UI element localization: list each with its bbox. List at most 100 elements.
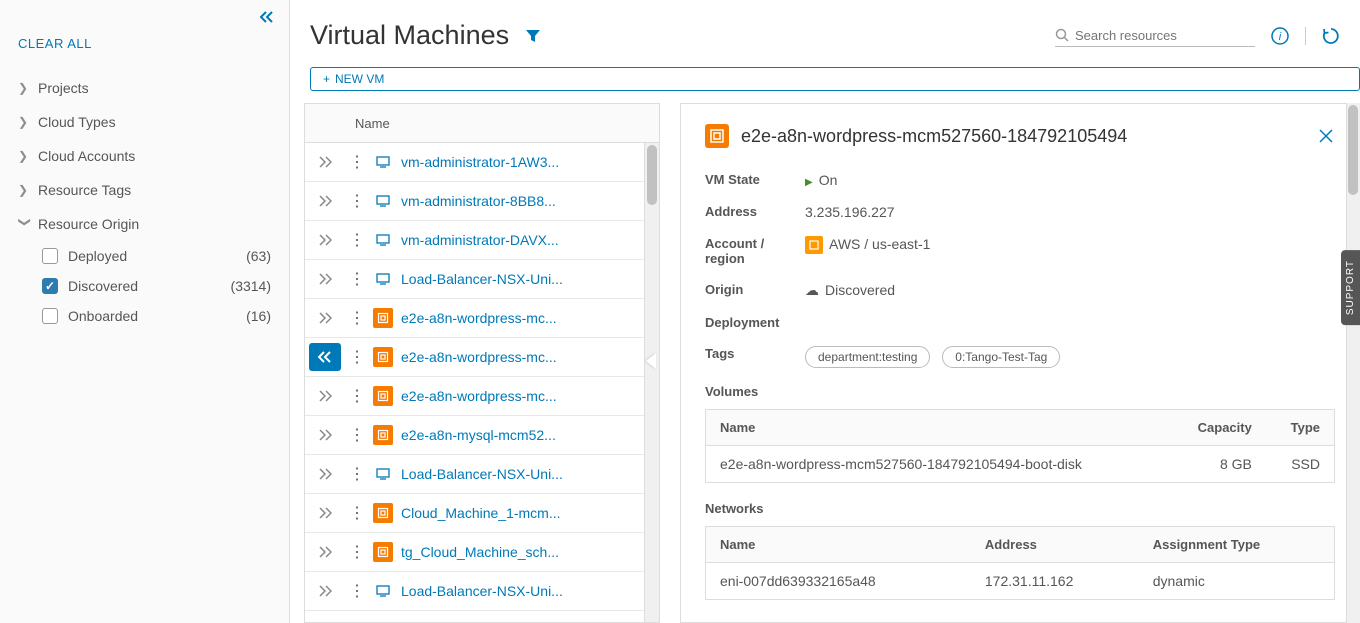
kebab-menu-icon[interactable]: ⋮ [345,464,369,484]
vm-row[interactable]: ⋮ Cloud_Machine_1-mcm... [305,494,659,533]
vm-blue-icon [373,152,393,172]
vm-name-link[interactable]: Load-Balancer-NSX-Uni... [401,466,645,482]
main: Virtual Machines i + NEW VM [290,0,1360,623]
expand-button[interactable] [305,234,345,246]
kebab-menu-icon[interactable]: ⋮ [345,425,369,445]
col-type[interactable]: Type [1266,410,1335,446]
kebab-menu-icon[interactable]: ⋮ [345,347,369,367]
vm-row[interactable]: ⋮ e2e-a8n-wordpress-mc... [305,299,659,338]
vm-name-link[interactable]: Load-Balancer-NSX-Uni... [401,583,645,599]
expand-button[interactable] [305,312,345,324]
table-row[interactable]: eni-007dd639332165a48 172.31.11.162 dyna… [706,563,1335,600]
vm-row[interactable]: ⋮ e2e-a8n-mysql-mcm52... [305,416,659,455]
vm-name-link[interactable]: tg_Cloud_Machine_sch... [401,544,645,560]
kebab-menu-icon[interactable]: ⋮ [345,503,369,523]
vm-name-link[interactable]: e2e-a8n-wordpress-mc... [401,388,645,404]
vm-orange-icon [373,308,393,328]
filter-cloud-accounts[interactable]: ❯ Cloud Accounts [18,139,271,173]
filter-resource-origin[interactable]: ❯ Resource Origin [18,207,271,241]
kebab-menu-icon[interactable]: ⋮ [345,230,369,250]
expand-button[interactable] [305,390,345,402]
vm-name-link[interactable]: e2e-a8n-wordpress-mc... [401,349,645,365]
table-row[interactable]: e2e-a8n-wordpress-mcm527560-184792105494… [706,446,1335,483]
tag-pill[interactable]: 0:Tango-Test-Tag [942,346,1060,368]
support-tab[interactable]: SUPPORT [1341,250,1360,325]
checkbox-icon[interactable] [42,308,58,324]
vm-row[interactable]: ⋮ vm-administrator-1AW3... [305,143,659,182]
vm-row[interactable]: ⋮ Load-Balancer-NSX-Uni... [305,455,659,494]
vm-row[interactable]: ⋮ vm-administrator-DAVX... [305,221,659,260]
vm-row[interactable]: ⋮ tg_Cloud_Machine_sch... [305,533,659,572]
vm-name-link[interactable]: vm-administrator-8BB8... [401,193,645,209]
vm-blue-icon [373,230,393,250]
kebab-menu-icon[interactable]: ⋮ [345,542,369,562]
filter-cloud-types[interactable]: ❯ Cloud Types [18,105,271,139]
origin-option-onboarded[interactable]: Onboarded (16) [18,301,271,331]
vm-orange-icon [373,386,393,406]
collapse-sidebar-button[interactable] [0,0,289,28]
kebab-menu-icon[interactable]: ⋮ [345,386,369,406]
vm-icon [705,124,729,148]
chevron-right-icon: ❯ [18,183,32,197]
col-capacity[interactable]: Capacity [1168,410,1265,446]
value-tags: department:testing 0:Tango-Test-Tag [805,346,1335,368]
kebab-menu-icon[interactable]: ⋮ [345,152,369,172]
expand-button[interactable] [309,343,341,371]
info-icon[interactable]: i [1271,27,1289,45]
vm-row[interactable]: ⋮ vm-administrator-8BB8... [305,182,659,221]
kebab-menu-icon[interactable]: ⋮ [345,269,369,289]
origin-option-discovered[interactable]: Discovered (3314) [18,271,271,301]
kebab-menu-icon[interactable]: ⋮ [345,581,369,601]
search-input[interactable] [1075,28,1255,43]
section-volumes: Volumes [705,384,1335,399]
selection-notch-icon [646,353,656,369]
detail-title: e2e-a8n-wordpress-mcm527560-184792105494 [741,126,1317,147]
vm-row[interactable]: ⋮ Load-Balancer-NSX-Uni... [305,572,659,611]
tag-pill[interactable]: department:testing [805,346,930,368]
col-address[interactable]: Address [971,527,1139,563]
vm-row[interactable]: ⋮ Load-Balancer-NSX-Uni... [305,260,659,299]
scrollbar[interactable] [1346,103,1360,623]
vm-name-link[interactable]: e2e-a8n-wordpress-mc... [401,310,645,326]
vm-row[interactable]: ⋮ e2e-a8n-wordpress-mc... [305,338,659,377]
kebab-menu-icon[interactable]: ⋮ [345,191,369,211]
vm-name-link[interactable]: vm-administrator-DAVX... [401,232,645,248]
expand-button[interactable] [305,429,345,441]
vm-row[interactable]: ⋮ e2e-a8n-wordpress-mc... [305,377,659,416]
close-button[interactable] [1317,127,1335,145]
expand-button[interactable] [305,585,345,597]
checkbox-icon[interactable] [42,248,58,264]
filter-resource-tags[interactable]: ❯ Resource Tags [18,173,271,207]
refresh-icon[interactable] [1322,27,1340,45]
vm-name-link[interactable]: Load-Balancer-NSX-Uni... [401,271,645,287]
col-name[interactable]: Name [706,410,1169,446]
clear-all-button[interactable]: CLEAR ALL [0,28,289,71]
col-name[interactable]: Name [706,527,971,563]
expand-button[interactable] [305,156,345,168]
vm-orange-icon [373,347,393,367]
expand-button[interactable] [305,195,345,207]
column-header-name[interactable]: Name [345,116,390,131]
checkbox-checked-icon[interactable] [42,278,58,294]
value-account: AWS / us-east-1 [805,236,1335,254]
vm-name-link[interactable]: vm-administrator-1AW3... [401,154,645,170]
vm-name-link[interactable]: Cloud_Machine_1-mcm... [401,505,645,521]
vm-name-link[interactable]: e2e-a8n-mysql-mcm52... [401,427,645,443]
filter-icon[interactable] [525,28,541,44]
expand-button[interactable] [305,468,345,480]
kebab-menu-icon[interactable]: ⋮ [345,308,369,328]
col-assignment[interactable]: Assignment Type [1139,527,1335,563]
expand-button[interactable] [305,273,345,285]
filter-projects[interactable]: ❯ Projects [18,71,271,105]
divider [1305,27,1306,45]
origin-option-deployed[interactable]: Deployed (63) [18,241,271,271]
scrollbar-thumb[interactable] [647,145,657,205]
scrollbar-thumb[interactable] [1348,105,1358,195]
chevron-right-icon: ❯ [18,81,32,95]
new-vm-button[interactable]: + NEW VM [310,67,1360,91]
label-vm-state: VM State [705,172,805,187]
search-box[interactable] [1055,25,1255,47]
volumes-table: Name Capacity Type e2e-a8n-wordpress-mcm… [705,409,1335,483]
expand-button[interactable] [305,507,345,519]
expand-button[interactable] [305,546,345,558]
